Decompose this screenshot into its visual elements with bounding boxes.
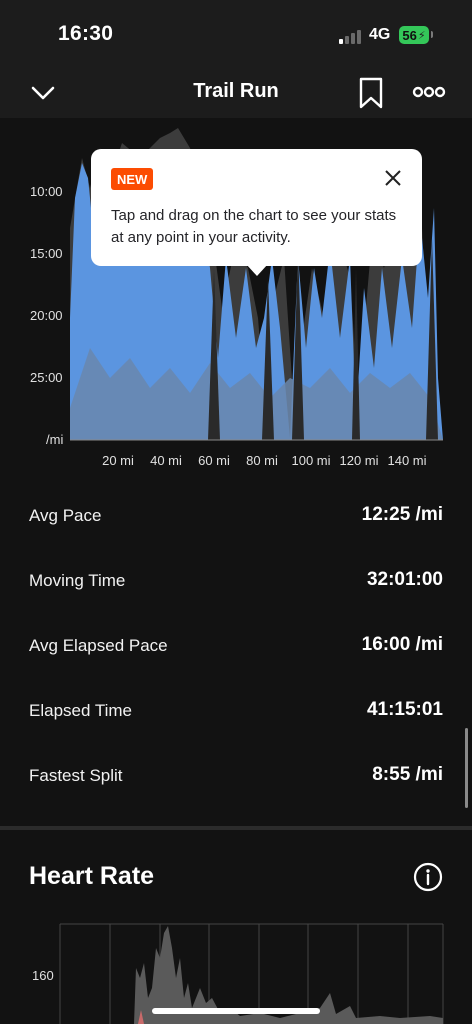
stat-row-fastest-split: Fastest Split 8:55 /mi xyxy=(0,746,472,811)
stats-list: Avg Pace 12:25 /mi Moving Time 32:01:00 … xyxy=(0,486,472,811)
y-axis-label: 20:00 xyxy=(30,308,63,323)
x-axis-label: 120 mi xyxy=(339,453,379,468)
x-axis-label: 100 mi xyxy=(291,453,331,468)
x-axis-label: 60 mi xyxy=(198,453,230,468)
status-time: 16:30 xyxy=(58,22,114,45)
hr-y-axis-label: 160 xyxy=(32,968,54,983)
stat-value: 12:25 /mi xyxy=(361,504,443,525)
more-icon[interactable] xyxy=(412,82,446,102)
status-bar: 16:30 4G 56 ⚡ xyxy=(0,0,472,68)
network-type: 4G xyxy=(369,26,391,43)
x-axis-label: 140 mi xyxy=(387,453,427,468)
bookmark-icon[interactable] xyxy=(356,76,386,110)
stat-value: 16:00 /mi xyxy=(361,634,443,655)
tooltip-message: Tap and drag on the chart to see your st… xyxy=(111,207,397,246)
stat-row-avg-elapsed-pace: Avg Elapsed Pace 16:00 /mi xyxy=(0,616,472,681)
y-axis-label: 25:00 xyxy=(30,370,63,385)
y-axis-label: 10:00 xyxy=(30,184,63,199)
battery-icon: 56 ⚡ xyxy=(399,26,429,44)
chart-tip-popover: NEW Tap and drag on the chart to see you… xyxy=(91,149,422,276)
y-axis-unit: /mi xyxy=(46,432,64,447)
x-axis-label: 80 mi xyxy=(246,453,278,468)
pace-chart[interactable]: 10:00 15:00 20:00 25:00 /mi 20 mi 40 mi … xyxy=(0,118,472,488)
activity-content[interactable]: 10:00 15:00 20:00 25:00 /mi 20 mi 40 mi … xyxy=(0,118,472,1024)
new-badge: NEW xyxy=(111,168,154,190)
stat-label: Fastest Split xyxy=(29,766,123,785)
stat-label: Avg Pace xyxy=(29,506,102,525)
home-indicator[interactable] xyxy=(152,1008,320,1014)
x-axis-label: 20 mi xyxy=(102,453,134,468)
stat-row-elapsed-time: Elapsed Time 41:15:01 xyxy=(0,681,472,746)
stat-row-moving-time: Moving Time 32:01:00 xyxy=(0,551,472,616)
nav-bar: Trail Run xyxy=(0,68,472,118)
charging-bolt-icon: ⚡ xyxy=(417,29,426,42)
page-title: Trail Run xyxy=(193,80,279,102)
stat-row-avg-pace: Avg Pace 12:25 /mi xyxy=(0,486,472,551)
heart-rate-title: Heart Rate xyxy=(29,862,155,890)
section-divider xyxy=(0,826,472,830)
x-axis-label: 40 mi xyxy=(150,453,182,468)
stat-value: 41:15:01 xyxy=(366,699,443,720)
stat-label: Avg Elapsed Pace xyxy=(29,636,168,655)
scrollbar[interactable] xyxy=(465,728,468,808)
stat-label: Moving Time xyxy=(29,571,126,590)
info-icon[interactable] xyxy=(413,862,443,892)
y-axis-label: 15:00 xyxy=(30,246,63,261)
stat-label: Elapsed Time xyxy=(29,701,132,720)
tooltip-pointer xyxy=(246,264,268,276)
battery-tip xyxy=(431,31,433,38)
stat-value: 32:01:00 xyxy=(366,569,443,590)
signal-strength-icon xyxy=(339,28,365,44)
close-icon[interactable] xyxy=(382,167,404,189)
battery-level: 56 xyxy=(402,27,417,43)
stat-value: 8:55 /mi xyxy=(372,764,443,785)
